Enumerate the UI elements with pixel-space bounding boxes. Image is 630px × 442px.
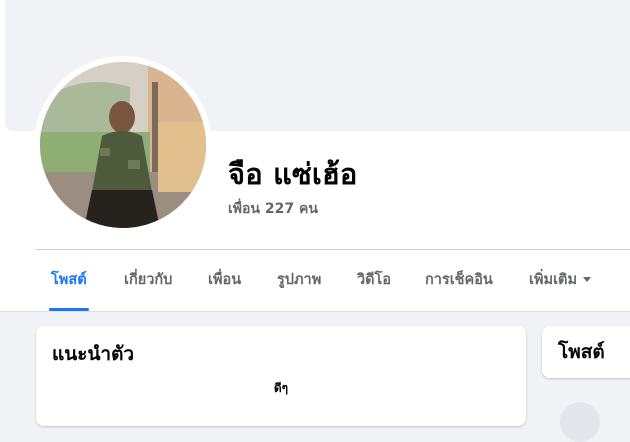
tab-about-label: เกี่ยวกับ [124, 272, 173, 288]
intro-card: แนะนำตัว ดีๆ [36, 326, 526, 426]
tab-friends-label: เพื่อน [208, 272, 242, 288]
header-bottom-border [0, 311, 630, 312]
profile-header: จือ แซ่เฮ้อ เพื่อน 227 คน โพสต์ เกี่ยวกั… [0, 0, 630, 312]
tab-posts[interactable]: โพสต์ [49, 251, 89, 311]
tab-more[interactable]: เพิ่มเติม [529, 251, 592, 309]
profile-photo-image [40, 62, 206, 228]
posts-card: โพสต์ [542, 326, 630, 378]
intro-title: แนะนำตัว [52, 343, 135, 365]
header-divider [36, 249, 630, 250]
friends-count-link[interactable]: เพื่อน 227 คน [228, 199, 318, 219]
tab-checkins-label: การเช็คอิน [425, 272, 493, 288]
tab-videos[interactable]: วิดีโอ [357, 251, 391, 309]
tab-checkins[interactable]: การเช็คอิน [425, 251, 493, 309]
tab-photos[interactable]: รูปภาพ [277, 251, 321, 309]
tab-photos-label: รูปภาพ [277, 272, 322, 288]
caret-down-icon [583, 276, 592, 282]
intro-bio: ดีๆ [273, 381, 289, 395]
profile-name: จือ แซ่เฮ้อ [228, 157, 358, 191]
tab-about[interactable]: เกี่ยวกับ [124, 251, 172, 309]
composer-avatar[interactable] [560, 402, 600, 442]
profile-avatar[interactable] [40, 62, 206, 228]
tab-friends[interactable]: เพื่อน [208, 251, 241, 309]
profile-tabs: โพสต์ เกี่ยวกับ เพื่อน รูปภาพ วิดีโอ การ… [36, 251, 630, 311]
posts-title: โพสต์ [558, 341, 605, 363]
tab-more-label: เพิ่มเติม [529, 272, 578, 288]
tab-videos-label: วิดีโอ [357, 272, 392, 288]
tab-posts-label: โพสต์ [51, 272, 87, 288]
